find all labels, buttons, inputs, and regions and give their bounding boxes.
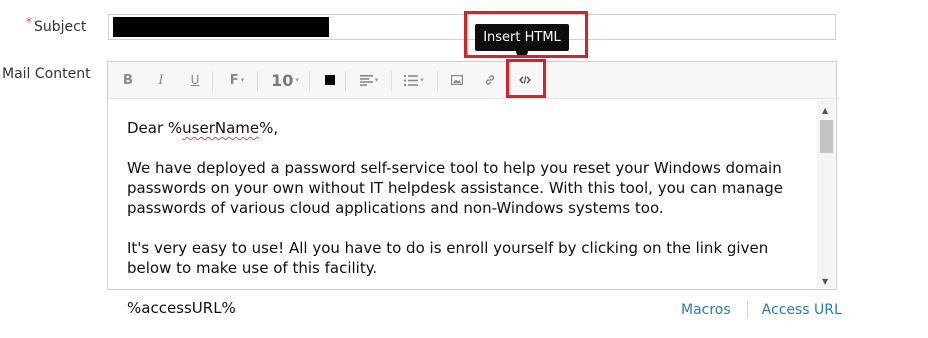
chevron-down-icon: ▾ (374, 76, 379, 84)
editor-body[interactable]: Dear %userName%, We have deployed a pass… (127, 118, 807, 318)
tooltip-highlight-box (464, 11, 588, 58)
font-family-icon: F (229, 72, 239, 88)
scroll-up-icon[interactable]: ▲ (822, 106, 828, 115)
underline-icon: U (190, 73, 200, 87)
toolbar-divider (391, 71, 392, 91)
scrollbar-thumb[interactable] (820, 120, 833, 153)
body-paragraph-1: We have deployed a password self-service… (127, 159, 784, 217)
toolbar-divider (437, 71, 438, 91)
font-size-select[interactable]: 10 ▾ (268, 62, 302, 98)
italic-button[interactable]: I (151, 62, 171, 98)
chevron-down-icon: ▾ (420, 76, 424, 84)
bold-button[interactable]: B (118, 62, 138, 98)
toolbar-divider (257, 71, 258, 91)
link-icon (485, 75, 495, 85)
bold-icon: B (123, 72, 133, 88)
toolbar-divider (212, 71, 213, 91)
macros-link[interactable]: Macros (681, 302, 731, 318)
font-size-value: 10 (271, 70, 294, 90)
list-icon (404, 74, 419, 86)
list-button[interactable]: ▾ (400, 62, 428, 98)
macro-links: Macros Access URL (681, 302, 842, 318)
toolbar-divider (345, 71, 346, 91)
text-color-icon (325, 75, 335, 85)
mail-content-label: Mail Content (2, 66, 91, 82)
insert-html-highlight-box (506, 59, 546, 98)
toolbar-divider (309, 71, 310, 91)
redacted-subject-value (113, 17, 329, 37)
chevron-down-icon: ▾ (240, 76, 245, 84)
image-icon (451, 75, 463, 85)
greeting-prefix: Dear % (127, 119, 183, 137)
greeting-variable: userName (182, 119, 260, 137)
align-icon (359, 74, 373, 86)
insert-link-button[interactable] (481, 62, 499, 98)
required-mark: * (26, 15, 32, 29)
chevron-down-icon: ▾ (295, 76, 299, 84)
editor-scrollbar[interactable]: ▲ ▼ (817, 100, 835, 288)
italic-icon: I (158, 72, 164, 88)
font-family-button[interactable]: F ▾ (224, 62, 250, 98)
text-color-button[interactable] (321, 62, 339, 98)
scroll-down-icon[interactable]: ▼ (822, 277, 828, 286)
align-button[interactable]: ▾ (356, 62, 382, 98)
link-divider (746, 302, 748, 318)
insert-image-button[interactable] (448, 62, 466, 98)
access-url-link[interactable]: Access URL (762, 302, 842, 318)
subject-label-text: Subject (34, 19, 87, 35)
greeting-line: Dear %userName%, (127, 118, 807, 138)
body-paragraph-2: It's very easy to use! All you have to d… (127, 239, 769, 277)
subject-label: * Subject (26, 15, 87, 35)
editor-toolbar: B I U F ▾ 10 ▾ ▾ ▾ (108, 62, 836, 99)
greeting-suffix: %, (259, 119, 279, 137)
mail-content-editor[interactable]: B I U F ▾ 10 ▾ ▾ ▾ Dear %userName%, We h… (107, 61, 837, 317)
underline-button[interactable]: U (185, 62, 205, 98)
